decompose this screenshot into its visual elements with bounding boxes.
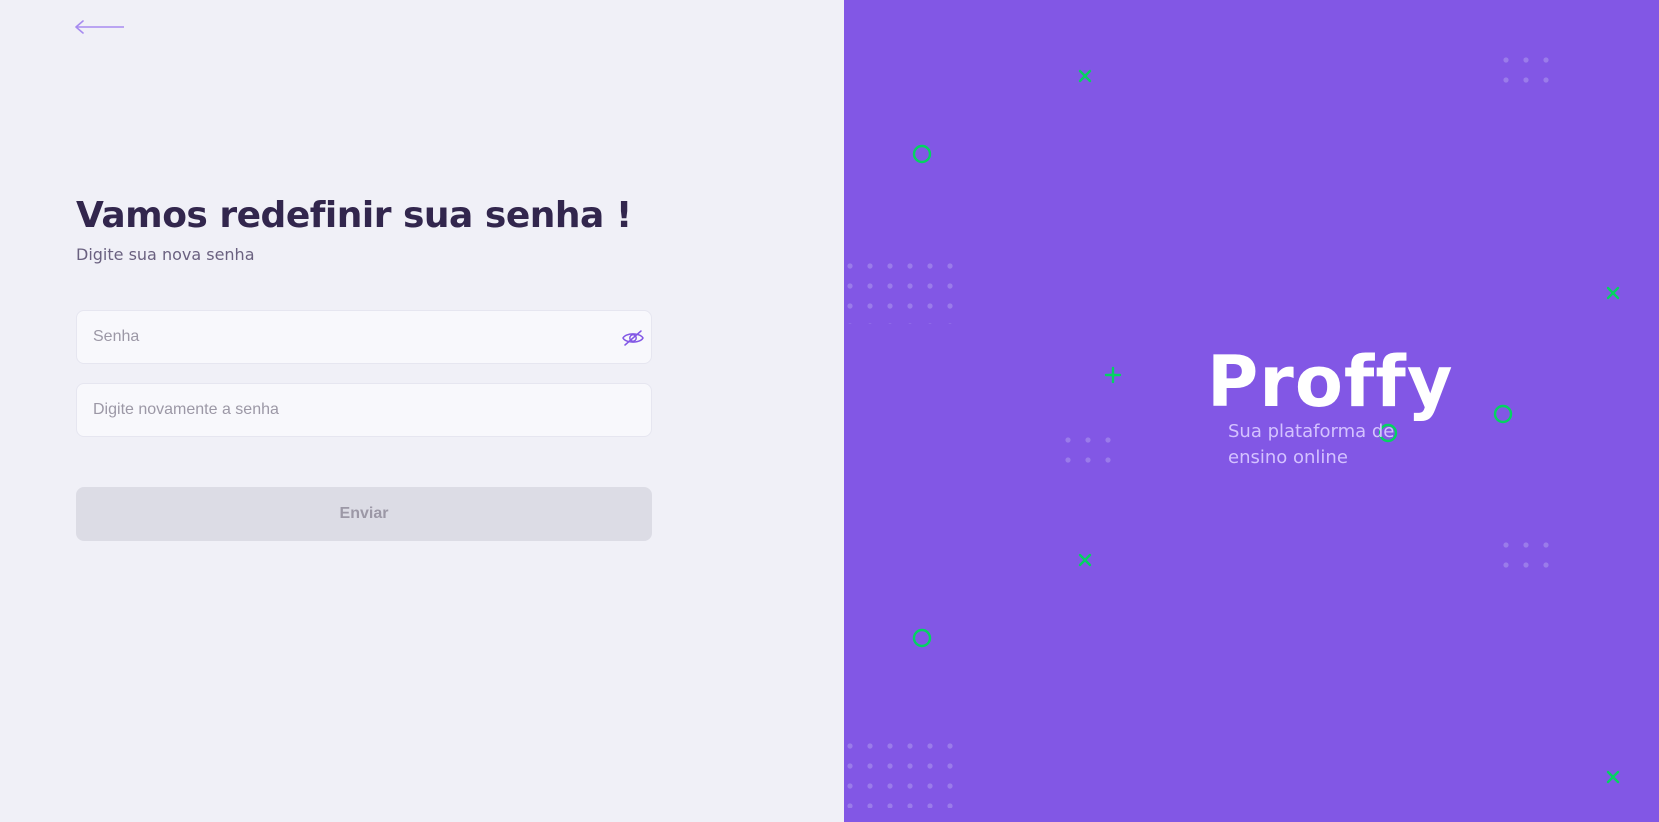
submit-button[interactable]: Enviar bbox=[76, 487, 652, 541]
arrow-left-icon bbox=[75, 20, 124, 34]
page-subtitle: Digite sua nova senha bbox=[76, 245, 255, 264]
page-title: Vamos redefinir sua senha ! bbox=[76, 195, 632, 236]
dot-grid bbox=[844, 738, 964, 808]
x-icon bbox=[1606, 286, 1620, 300]
confirm-password-input[interactable] bbox=[77, 384, 651, 436]
brand-tagline: Sua plataforma de ensino online bbox=[1228, 421, 1395, 468]
circle-icon bbox=[912, 144, 932, 164]
form-panel: Vamos redefinir sua senha ! Digite sua n… bbox=[0, 0, 844, 822]
circle-icon bbox=[912, 628, 932, 648]
eye-off-icon bbox=[622, 330, 644, 346]
x-icon bbox=[1606, 770, 1620, 784]
circle-icon bbox=[1493, 404, 1513, 424]
toggle-password-visibility-button[interactable] bbox=[621, 326, 645, 350]
dot-grid bbox=[844, 254, 964, 324]
back-button[interactable] bbox=[74, 16, 126, 38]
confirm-password-field bbox=[76, 383, 652, 437]
proffy-logo: Proffy bbox=[1207, 341, 1454, 423]
dot-grid bbox=[1503, 57, 1549, 83]
dot-grid bbox=[1503, 542, 1549, 568]
reset-password-header: Vamos redefinir sua senha ! Digite sua n… bbox=[76, 190, 652, 268]
x-icon bbox=[1078, 69, 1092, 83]
dot-grid bbox=[1065, 437, 1111, 463]
password-input[interactable] bbox=[77, 311, 651, 363]
x-icon bbox=[1078, 553, 1092, 567]
plus-icon bbox=[1104, 366, 1122, 384]
password-field bbox=[76, 310, 652, 364]
